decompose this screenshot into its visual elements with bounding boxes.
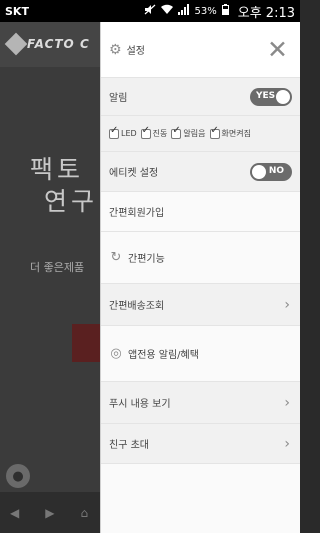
refresh-icon: ↻ xyxy=(110,250,122,265)
sound-checkbox[interactable]: ✓ 알림음 xyxy=(171,125,206,139)
menu-easy-delivery[interactable]: 간편배송조회 › xyxy=(101,284,300,326)
app-notice-label: 앱전용 알림/혜택 xyxy=(128,350,199,361)
background-logo: FACTO C xyxy=(4,32,90,56)
led-label: LED xyxy=(121,129,137,138)
chevron-right-icon: › xyxy=(284,296,290,313)
checkbox-icon: ✓ xyxy=(140,125,151,139)
easy-delivery-label: 간편배송조회 xyxy=(109,301,165,312)
status-icons: 53% 오후 2:13 xyxy=(144,2,295,21)
alarm-toggle-text: YES xyxy=(256,90,276,101)
led-checkbox[interactable]: ✓ LED xyxy=(109,125,137,139)
menu-easy-signup[interactable]: 간편회원가입 xyxy=(101,192,300,232)
alarm-toggle[interactable]: YES xyxy=(250,87,292,106)
etiquette-label: 에티켓 설정 xyxy=(109,168,159,179)
menu-invite[interactable]: 친구 초대 › xyxy=(101,424,300,464)
home-icon: ⌂ xyxy=(80,505,89,520)
easy-function-label: 간편기능 xyxy=(128,254,165,265)
alarm-options-row: ✓ LED ✓ 진동 ✓ 알림음 ✓ 화면켜짐 xyxy=(101,116,300,152)
target-icon: ◎ xyxy=(110,346,122,361)
wifi-icon xyxy=(160,4,173,18)
logo-mark-icon xyxy=(4,32,28,56)
alarm-row: 알림 YES xyxy=(101,78,300,116)
alarm-label: 알림 xyxy=(109,93,128,104)
toggle-knob xyxy=(276,89,290,104)
sound-label: 알림음 xyxy=(183,129,206,138)
background-header: FACTO C xyxy=(0,22,100,67)
chevron-right-icon: › xyxy=(284,435,290,452)
chevron-right-icon: › xyxy=(284,394,290,411)
chat-bubble-icon: ● xyxy=(6,464,30,488)
back-arrow-icon: ◀ xyxy=(10,505,20,520)
etiquette-toggle-text: NO xyxy=(268,165,284,176)
etiquette-toggle[interactable]: NO xyxy=(250,162,292,181)
hero-button xyxy=(72,324,100,362)
logo-text: FACTO C xyxy=(27,37,90,51)
mute-icon xyxy=(144,4,156,18)
browser-toolbar: ◀ ▶ ⌂ xyxy=(0,492,100,533)
signal-icon xyxy=(177,4,190,18)
hero-subtitle: 더 좋은제품 xyxy=(30,261,85,274)
push-view-label: 푸시 내용 보기 xyxy=(109,399,171,410)
checkbox-icon: ✓ xyxy=(109,125,119,139)
settings-drawer: ⚙ 설정 ✕ 알림 YES ✓ LED ✓ 진동 ✓ 알림음 ✓ 화면켜짐 에티… xyxy=(100,22,300,533)
status-bar: SKT 53% 오후 2:13 xyxy=(0,0,300,22)
carrier-label: SKT xyxy=(5,4,29,18)
vibration-checkbox[interactable]: ✓ 진동 xyxy=(140,125,168,139)
checkbox-icon: ✓ xyxy=(209,125,220,139)
hero-text-line2: 연구 xyxy=(44,187,99,216)
battery-percent: 53% xyxy=(194,5,217,17)
battery-icon xyxy=(221,4,229,18)
invite-label: 친구 초대 xyxy=(109,440,149,451)
etiquette-row: 에티켓 설정 NO xyxy=(101,152,300,192)
background-app: FACTO C 팩토 연구 더 좋은제품 ● ◀ ▶ ⌂ xyxy=(0,22,100,533)
forward-arrow-icon: ▶ xyxy=(45,505,55,520)
screen-on-label: 화면켜짐 xyxy=(221,129,251,138)
drawer-title: 설정 xyxy=(126,46,145,57)
vibration-label: 진동 xyxy=(152,129,168,138)
menu-easy-function[interactable]: ↻ 간편기능 xyxy=(101,232,300,284)
menu-app-notice[interactable]: ◎ 앱전용 알림/혜택 xyxy=(101,326,300,382)
close-button[interactable]: ✕ xyxy=(267,37,292,62)
clock: 오후 2:13 xyxy=(237,5,295,21)
drawer-header: ⚙ 설정 ✕ xyxy=(101,22,300,78)
checkbox-icon: ✓ xyxy=(171,125,182,139)
menu-push-view[interactable]: 푸시 내용 보기 › xyxy=(101,382,300,424)
easy-signup-label: 간편회원가입 xyxy=(109,208,165,219)
toggle-knob xyxy=(252,164,266,179)
gear-icon: ⚙ xyxy=(109,41,122,58)
hero-text-line1: 팩토 xyxy=(30,155,85,184)
screen-on-checkbox[interactable]: ✓ 화면켜짐 xyxy=(209,125,251,139)
